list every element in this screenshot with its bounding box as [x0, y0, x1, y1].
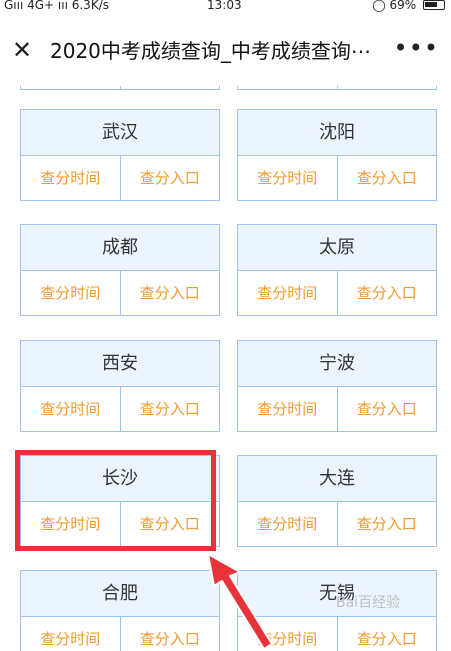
close-icon[interactable]: ✕ [10, 38, 34, 62]
clock-time: 13:03 [207, 0, 242, 12]
city-name: 太原 [238, 225, 436, 271]
watermark: Bai百经验 [336, 595, 401, 611]
score-entry-link[interactable]: 查分入口 [336, 617, 437, 651]
arrow-icon [207, 553, 273, 650]
city-name: 武汉 [21, 110, 219, 156]
arrow-annotation [207, 553, 273, 650]
score-time-link[interactable]: 查分时间 [21, 617, 120, 651]
status-right: ◯ 69% [372, 0, 445, 12]
city-card-ningbo: 宁波 查分时间 查分入口 [237, 340, 437, 432]
score-entry-link[interactable]: 查分入口 [119, 156, 220, 200]
score-entry-link[interactable]: 查分入口 [336, 387, 437, 431]
score-time-link[interactable]: 查分时间 [238, 271, 337, 315]
score-time-link[interactable]: 查分时间 [238, 387, 337, 431]
battery-percent: 69% [389, 0, 417, 12]
city-card-shenyang: 沈阳 查分时间 查分入口 [237, 109, 437, 201]
score-time-link[interactable]: 查分时间 [21, 271, 120, 315]
city-name: 大连 [238, 456, 436, 502]
page-title: 2020中考成绩查询_中考成绩查询⋯ [50, 39, 371, 63]
city-card-taiyuan: 太原 查分时间 查分入口 [237, 224, 437, 316]
city-name: 宁波 [238, 341, 436, 387]
score-entry-link[interactable]: 查分入口 [119, 387, 220, 431]
city-card-chengdu: 成都 查分时间 查分入口 [20, 224, 220, 316]
city-card-xian: 西安 查分时间 查分入口 [20, 340, 220, 432]
card-partial-top-right [237, 86, 437, 90]
more-icon[interactable]: ••• [394, 34, 439, 62]
score-entry-link[interactable]: 查分入口 [336, 271, 437, 315]
status-bar: Gııı 4G+ ııı 6.3K/s 13:03 ◯ 69% [0, 0, 451, 14]
wifi-icon: ◯ [372, 0, 386, 12]
battery-icon [423, 0, 445, 10]
city-name: 沈阳 [238, 110, 436, 156]
city-card-wuhan: 武汉 查分时间 查分入口 [20, 109, 220, 201]
city-card-dalian: 大连 查分时间 查分入口 [237, 455, 437, 547]
card-partial-top-left [20, 86, 220, 90]
title-bar: ✕ 2020中考成绩查询_中考成绩查询⋯ ••• [0, 14, 451, 86]
score-entry-link[interactable]: 查分入口 [336, 156, 437, 200]
city-name: 成都 [21, 225, 219, 271]
score-time-link[interactable]: 查分时间 [238, 502, 337, 546]
city-card-hefei: 合肥 查分时间 查分入口 [20, 570, 220, 651]
score-entry-link[interactable]: 查分入口 [336, 502, 437, 546]
score-time-link[interactable]: 查分时间 [238, 156, 337, 200]
highlight-box [15, 450, 216, 551]
score-time-link[interactable]: 查分时间 [21, 387, 120, 431]
city-name: 合肥 [21, 571, 219, 617]
score-entry-link[interactable]: 查分入口 [119, 271, 220, 315]
score-time-link[interactable]: 查分时间 [21, 156, 120, 200]
signal-network-speed: Gııı 4G+ ııı 6.3K/s [4, 0, 109, 12]
city-name: 西安 [21, 341, 219, 387]
